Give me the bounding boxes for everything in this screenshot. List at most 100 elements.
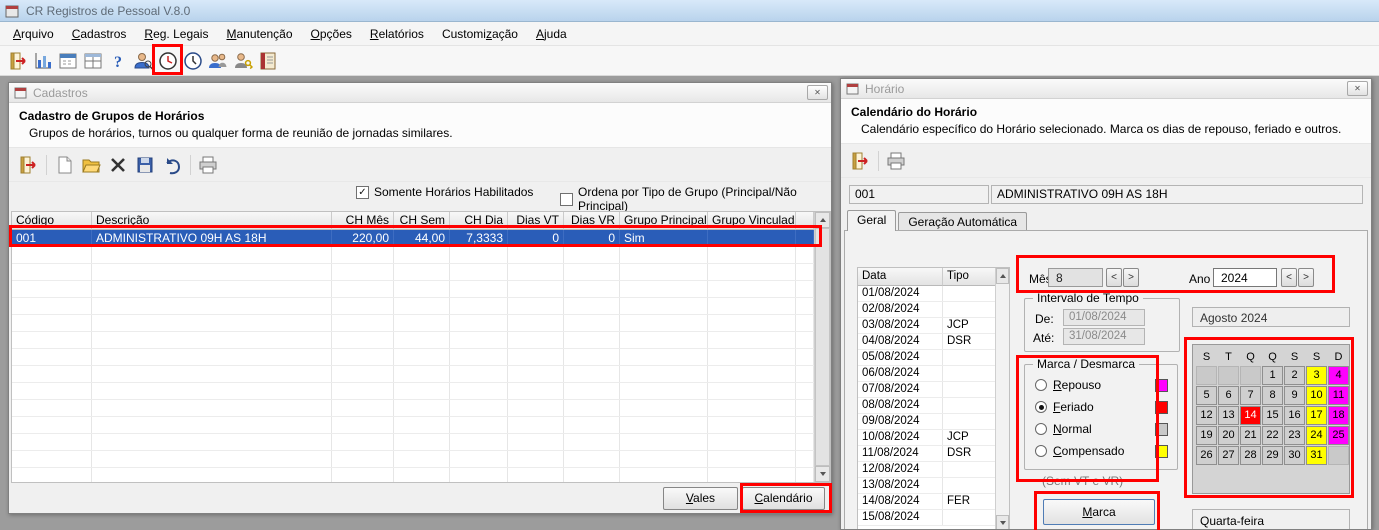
menu-arquivo[interactable]: Arquivo (4, 23, 63, 45)
de-field[interactable]: 01/08/2024 (1063, 309, 1145, 326)
mes-field[interactable]: 8 (1048, 268, 1103, 287)
horario-titlebar[interactable]: Horário (841, 79, 1371, 99)
calendar-day-2[interactable]: 2 (1284, 366, 1305, 385)
calendar-day-1[interactable]: 1 (1262, 366, 1283, 385)
calendar-button[interactable] (56, 49, 80, 73)
user-search-button[interactable] (131, 49, 155, 73)
calendar-day-7[interactable]: 7 (1240, 386, 1261, 405)
vertical-scrollbar[interactable] (995, 268, 1009, 529)
scroll-up-button[interactable] (815, 212, 830, 228)
table-row[interactable]: 12/08/2024 (858, 462, 1009, 478)
ate-field[interactable]: 31/08/2024 (1063, 328, 1145, 345)
calendar-day-12[interactable]: 12 (1196, 406, 1217, 425)
radio-normal[interactable]: Normal (1035, 421, 1168, 437)
table-row[interactable]: 02/08/2024 (858, 302, 1009, 318)
app-titlebar[interactable]: CR Registros de Pessoal V.8.0 (0, 0, 1379, 22)
column-header-grupo-principal[interactable]: Grupo Principal (620, 212, 708, 230)
calendar-day-23[interactable]: 23 (1284, 426, 1305, 445)
scroll-up-button[interactable] (996, 268, 1009, 284)
table-row[interactable]: 08/08/2024 (858, 398, 1009, 414)
calendar-day-10[interactable]: 10 (1306, 386, 1327, 405)
table-row[interactable]: 03/08/2024 JCP (858, 318, 1009, 334)
calendar-day-5[interactable]: 5 (1196, 386, 1217, 405)
table-row[interactable]: 11/08/2024 DSR (858, 446, 1009, 462)
radio-feriado[interactable]: Feriado (1035, 399, 1168, 415)
calendar-day-15[interactable]: 15 (1262, 406, 1283, 425)
table-row[interactable]: 05/08/2024 (858, 350, 1009, 366)
new-button[interactable] (51, 152, 77, 178)
menu-reg-legais[interactable]: Reg. Legais (135, 23, 217, 45)
exit-button[interactable] (847, 148, 873, 174)
calendar-day-17[interactable]: 17 (1306, 406, 1327, 425)
mes-prev-button[interactable]: < (1106, 268, 1122, 287)
clock-circle-button[interactable] (156, 49, 180, 73)
delete-button[interactable] (105, 152, 131, 178)
calendar-day-30[interactable]: 30 (1284, 446, 1305, 465)
table-row[interactable]: 15/08/2024 (858, 510, 1009, 526)
ano-next-button[interactable]: > (1298, 268, 1314, 287)
calendar-day-16[interactable]: 16 (1284, 406, 1305, 425)
scroll-down-button[interactable] (815, 466, 830, 482)
calendar-day-3[interactable]: 3 (1306, 366, 1327, 385)
table-row[interactable]: 01/08/2024 (858, 286, 1009, 302)
column-header-codigo[interactable]: Código (12, 212, 92, 230)
table-row[interactable]: 10/08/2024 JCP (858, 430, 1009, 446)
calendar-day-22[interactable]: 22 (1262, 426, 1283, 445)
column-header-data[interactable]: Data (858, 268, 943, 286)
calendar-day-25[interactable]: 25 (1328, 426, 1349, 445)
exit-button[interactable] (15, 152, 41, 178)
calendar-day-8[interactable]: 8 (1262, 386, 1283, 405)
calendar-day-20[interactable]: 20 (1218, 426, 1239, 445)
checkbox-somente-horarios-habilitados[interactable]: ✓ Somente Horários Habilitados (356, 185, 533, 199)
column-header-grupo-vinculado[interactable]: Grupo Vinculado (708, 212, 796, 230)
calendar-day-28[interactable]: 28 (1240, 446, 1261, 465)
tab-geral[interactable]: Geral (847, 210, 897, 231)
codigo-field[interactable]: 001 (849, 185, 989, 204)
table-row[interactable]: 09/08/2024 (858, 414, 1009, 430)
mes-next-button[interactable]: > (1123, 268, 1139, 287)
scroll-down-button[interactable] (996, 515, 1009, 529)
calendar-day-9[interactable]: 9 (1284, 386, 1305, 405)
ledger-button[interactable] (256, 49, 280, 73)
clock-button[interactable] (181, 49, 205, 73)
table-row[interactable]: 07/08/2024 (858, 382, 1009, 398)
radio-repouso[interactable]: Repouso (1035, 377, 1168, 393)
calendar-day-6[interactable]: 6 (1218, 386, 1239, 405)
print-button[interactable] (195, 152, 221, 178)
column-header-ch-mes[interactable]: CH Mês (332, 212, 394, 230)
calendar-day-13[interactable]: 13 (1218, 406, 1239, 425)
table-row[interactable]: 04/08/2024 DSR (858, 334, 1009, 350)
grid-button[interactable] (81, 49, 105, 73)
checkbox-ordena-por-tipo-de-grupo-principal-nao-principal[interactable]: Ordena por Tipo de Grupo (Principal/Não … (560, 185, 831, 213)
menu-manutencao[interactable]: Manutenção (217, 23, 301, 45)
calendar-day-21[interactable]: 21 (1240, 426, 1261, 445)
calendar-day-27[interactable]: 27 (1218, 446, 1239, 465)
scrollbar-thumb[interactable] (815, 228, 830, 466)
calendar-day-4[interactable]: 4 (1328, 366, 1349, 385)
table-row[interactable]: 13/08/2024 (858, 478, 1009, 494)
print-button[interactable] (883, 148, 909, 174)
calendar-day-18[interactable]: 18 (1328, 406, 1349, 425)
calendar-day-31[interactable]: 31 (1306, 446, 1327, 465)
column-header-dias-vt[interactable]: Dias VT (508, 212, 564, 230)
calendar-day-26[interactable]: 26 (1196, 446, 1217, 465)
cadastros-titlebar[interactable]: Cadastros (9, 83, 831, 103)
menu-ajuda[interactable]: Ajuda (527, 23, 576, 45)
calendario-button[interactable]: Calendário (742, 487, 825, 510)
save-button[interactable] (132, 152, 158, 178)
menu-opcoes[interactable]: Opções (302, 23, 361, 45)
radio-compensado[interactable]: Compensado (1035, 443, 1168, 459)
calendar-day-24[interactable]: 24 (1306, 426, 1327, 445)
marca-button[interactable]: Marca (1043, 499, 1155, 525)
help-button[interactable]: ? (106, 49, 130, 73)
calendar-day-29[interactable]: 29 (1262, 446, 1283, 465)
chart-button[interactable] (31, 49, 55, 73)
table-row[interactable]: 14/08/2024 FER (858, 494, 1009, 510)
ano-prev-button[interactable]: < (1281, 268, 1297, 287)
open-button[interactable] (78, 152, 104, 178)
close-icon[interactable] (1347, 81, 1368, 96)
undo-button[interactable] (159, 152, 185, 178)
calendar-day-11[interactable]: 11 (1328, 386, 1349, 405)
table-row[interactable]: 001 ADMINISTRATIVO 09H AS 18H 220,00 44,00 7… (12, 230, 830, 247)
menu-customizacao[interactable]: Customização (433, 23, 527, 45)
